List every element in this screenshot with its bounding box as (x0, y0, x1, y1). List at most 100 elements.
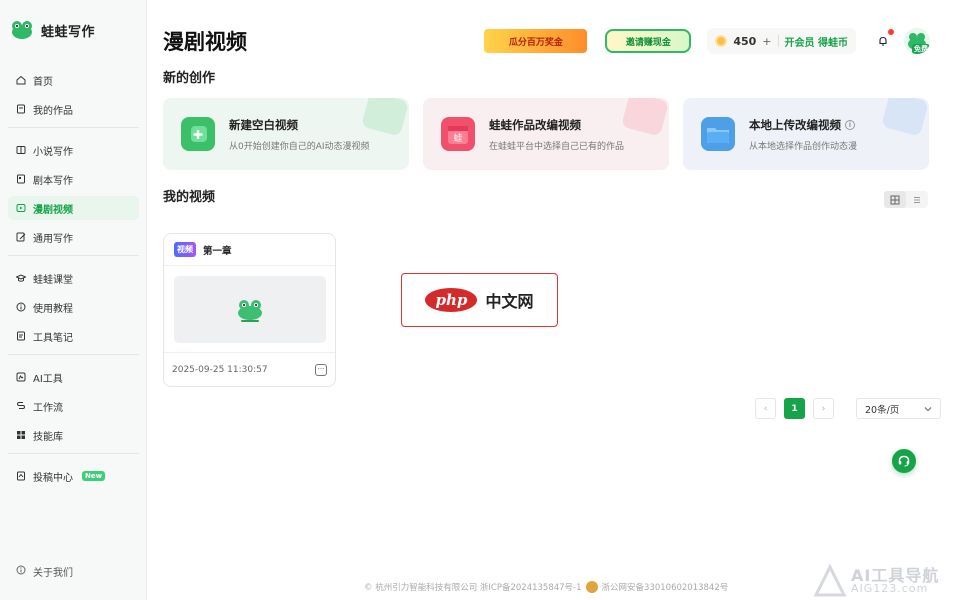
divider (8, 127, 139, 128)
frog-placeholder-icon (238, 299, 262, 322)
headset-icon (898, 455, 910, 467)
grid-view-icon (890, 195, 900, 204)
sidebar-item-label: 小说写作 (33, 146, 73, 158)
sidebar-item-novel[interactable]: 小说写作 (8, 138, 139, 162)
local-upload-card[interactable]: 本地上传改编视频 i 从本地选择作品创作动态漫 (683, 98, 929, 170)
frog-logo-icon (11, 20, 33, 40)
aig-watermark: AI工具导航 AIG123.com (813, 560, 960, 600)
app-logo[interactable]: 蛙蛙写作 (11, 20, 95, 40)
bell-icon (877, 32, 889, 51)
grid-view-button[interactable] (884, 191, 906, 208)
prev-page-button[interactable]: ‹ (755, 398, 776, 419)
sidebar-item-home[interactable]: 首页 (8, 68, 139, 92)
avatar[interactable]: 免费 (904, 28, 930, 54)
divider (8, 255, 139, 256)
edit-icon (16, 232, 26, 242)
card-subtitle: 从本地选择作品创作动态漫 (749, 141, 858, 152)
list-view-icon (914, 196, 920, 203)
sidebar-item-label: 使用教程 (33, 303, 73, 315)
sidebar-item-script[interactable]: 剧本写作 (8, 167, 139, 191)
police-badge-icon (585, 581, 598, 593)
sidebar-item-label: 工作流 (33, 402, 63, 414)
coin-balance: 450 + 开会员 得蛙币 (707, 28, 856, 54)
more-options-icon[interactable]: ··· (315, 363, 327, 376)
sidebar-nav: 首页 我的作品 小说写作 剧本写作 漫剧视频 通用写作 蛙蛙课堂 使用教程 工具… (0, 68, 147, 493)
video-card-header: 视频 第一章 (164, 234, 335, 266)
graduation-cap-icon (16, 273, 26, 283)
footer: © 杭州引力智能科技有限公司 浙ICP备2024135847号-1 浙公网安备3… (364, 581, 728, 593)
svg-text:蛙: 蛙 (453, 132, 462, 144)
free-badge: 免费 (912, 44, 930, 54)
workflow-icon (16, 401, 26, 411)
new-blank-video-card[interactable]: 新建空白视频 从0开始创建你自己的AI动态漫视频 (163, 98, 409, 170)
adapt-wawa-work-card[interactable]: 蛙 蛙蛙作品改编视频 在蛙蛙平台中选择自己已有的作品 (423, 98, 669, 170)
coin-icon (715, 35, 728, 47)
page-size-value: 20条/页 (865, 404, 900, 416)
main-content: 漫剧视频 瓜分百万奖金 邀请赚现金 450 + 开会员 得蛙币 免费 新的创作 … (147, 0, 960, 600)
divider (777, 35, 779, 47)
sidebar-item-my-works[interactable]: 我的作品 (8, 97, 139, 121)
sidebar-item-general[interactable]: 通用写作 (8, 225, 139, 249)
sidebar-group-5: 投稿中心 New (0, 464, 147, 488)
copyright-text[interactable]: © 杭州引力智能科技有限公司 浙ICP备2024135847号-1 (364, 581, 582, 593)
divider (8, 354, 139, 355)
promo-banner-invite[interactable]: 邀请赚现金 (605, 29, 692, 53)
book-icon (16, 145, 26, 155)
video-title: 第一章 (203, 245, 232, 257)
view-toggle (884, 191, 928, 208)
home-icon (16, 75, 26, 85)
sidebar-item-classroom[interactable]: 蛙蛙课堂 (8, 266, 139, 290)
sidebar-item-notes[interactable]: 工具笔记 (8, 324, 139, 348)
deco-calendar-icon (621, 98, 669, 137)
pagination: ‹ 1 › 20条/页 (755, 398, 941, 419)
notification-dot (888, 29, 894, 35)
card-subtitle: 从0开始创建你自己的AI动态漫视频 (229, 141, 370, 152)
card-subtitle: 在蛙蛙平台中选择自己已有的作品 (489, 141, 625, 152)
about-label: 关于我们 (33, 568, 73, 579)
page-size-select[interactable]: 20条/页 (856, 398, 941, 419)
video-thumbnail[interactable] (174, 276, 326, 343)
sidebar-item-comic-video[interactable]: 漫剧视频 (8, 196, 139, 220)
header-actions: 瓜分百万奖金 邀请赚现金 450 + 开会员 得蛙币 免费 (484, 28, 930, 54)
about-us-link[interactable]: 关于我们 (16, 564, 73, 579)
next-page-button[interactable]: › (813, 398, 834, 419)
video-card-footer: 2025-09-25 11:30:57 ··· (164, 352, 335, 386)
add-coins-button[interactable]: + (762, 35, 771, 48)
sidebar-item-tutorial[interactable]: 使用教程 (8, 295, 139, 319)
note-icon (16, 331, 26, 341)
card-title-row: 本地上传改编视频 i (749, 117, 857, 133)
info-icon (16, 302, 26, 312)
video-card[interactable]: 视频 第一章 2025-09-25 11:30:57 ··· (163, 233, 336, 387)
chevron-down-icon (924, 406, 932, 411)
coin-count: 450 (733, 34, 757, 48)
vip-button[interactable]: 开会员 得蛙币 (785, 34, 848, 49)
sidebar-item-skills[interactable]: 技能库 (8, 423, 139, 447)
sidebar-item-label: 我的作品 (33, 105, 73, 117)
plus-icon (181, 117, 215, 151)
calendar-frog-icon: 蛙 (441, 117, 475, 151)
sidebar-group-3: 蛙蛙课堂 使用教程 工具笔记 (0, 266, 147, 348)
page-button[interactable]: 1 (784, 398, 805, 419)
sidebar-item-label: 蛙蛙课堂 (33, 274, 73, 286)
folder-icon (701, 117, 735, 151)
notification-button[interactable] (870, 28, 896, 54)
deco-folder-icon (881, 98, 929, 137)
sidebar-item-submission[interactable]: 投稿中心 New (8, 464, 139, 488)
card-title: 蛙蛙作品改编视频 (489, 117, 581, 132)
divider (8, 453, 139, 454)
promo-banner-prize[interactable]: 瓜分百万奖金 (484, 29, 588, 53)
works-icon (16, 104, 26, 114)
sidebar-group-4: AI工具 工作流 技能库 (0, 365, 147, 447)
customer-support-button[interactable] (892, 449, 916, 473)
triangle-logo-icon (813, 564, 847, 597)
list-view-button[interactable] (906, 191, 928, 208)
sidebar-item-label: 漫剧视频 (33, 204, 73, 216)
sidebar-item-label: 技能库 (33, 431, 63, 443)
sidebar-item-ai-tools[interactable]: AI工具 (8, 365, 139, 389)
app-name: 蛙蛙写作 (41, 24, 96, 40)
info-icon[interactable]: i (845, 120, 855, 130)
police-record-text[interactable]: 浙公网安备33010602013842号 (602, 581, 729, 593)
sidebar-item-workflow[interactable]: 工作流 (8, 394, 139, 418)
submit-icon (16, 471, 26, 481)
new-badge: New (82, 471, 106, 481)
